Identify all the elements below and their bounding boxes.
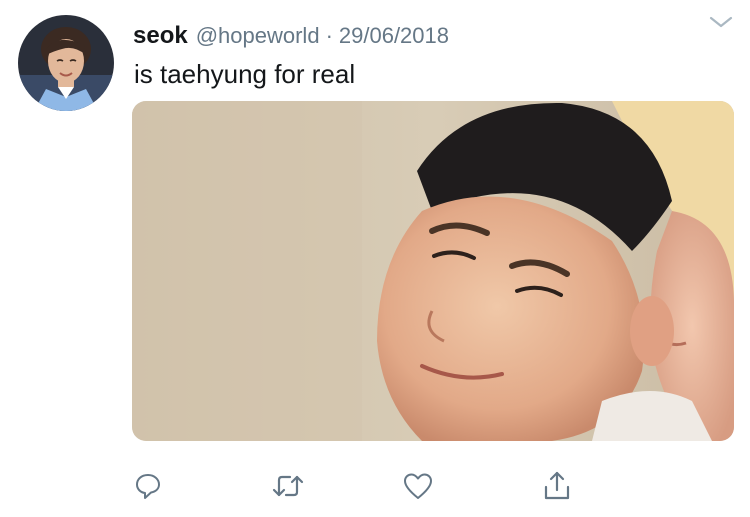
tweet-text: is taehyung for real xyxy=(134,59,356,89)
avatar-image xyxy=(18,15,114,111)
separator-dot: · xyxy=(325,23,333,48)
tweet-date[interactable]: 29/06/2018 xyxy=(339,23,449,49)
share-icon xyxy=(544,471,570,500)
user-handle[interactable]: @hopeworld xyxy=(196,23,320,49)
share-button[interactable] xyxy=(539,468,575,504)
tweet-photo[interactable] xyxy=(132,101,734,441)
tweet-header: seok @hopeworld · 29/06/2018 xyxy=(133,22,449,56)
retweet-button[interactable] xyxy=(270,468,306,504)
heart-icon xyxy=(404,473,432,499)
reply-button[interactable] xyxy=(130,468,166,504)
profile-avatar[interactable] xyxy=(18,15,114,111)
chevron-down-icon[interactable] xyxy=(708,14,734,30)
reply-icon xyxy=(136,474,160,499)
photo-image xyxy=(132,101,734,441)
tweet: seok @hopeworld · 29/06/2018 is taehyung… xyxy=(0,0,750,517)
display-name[interactable]: seok xyxy=(133,22,188,50)
retweet-icon xyxy=(272,475,304,497)
like-button[interactable] xyxy=(400,468,436,504)
tweet-actions xyxy=(0,468,750,508)
